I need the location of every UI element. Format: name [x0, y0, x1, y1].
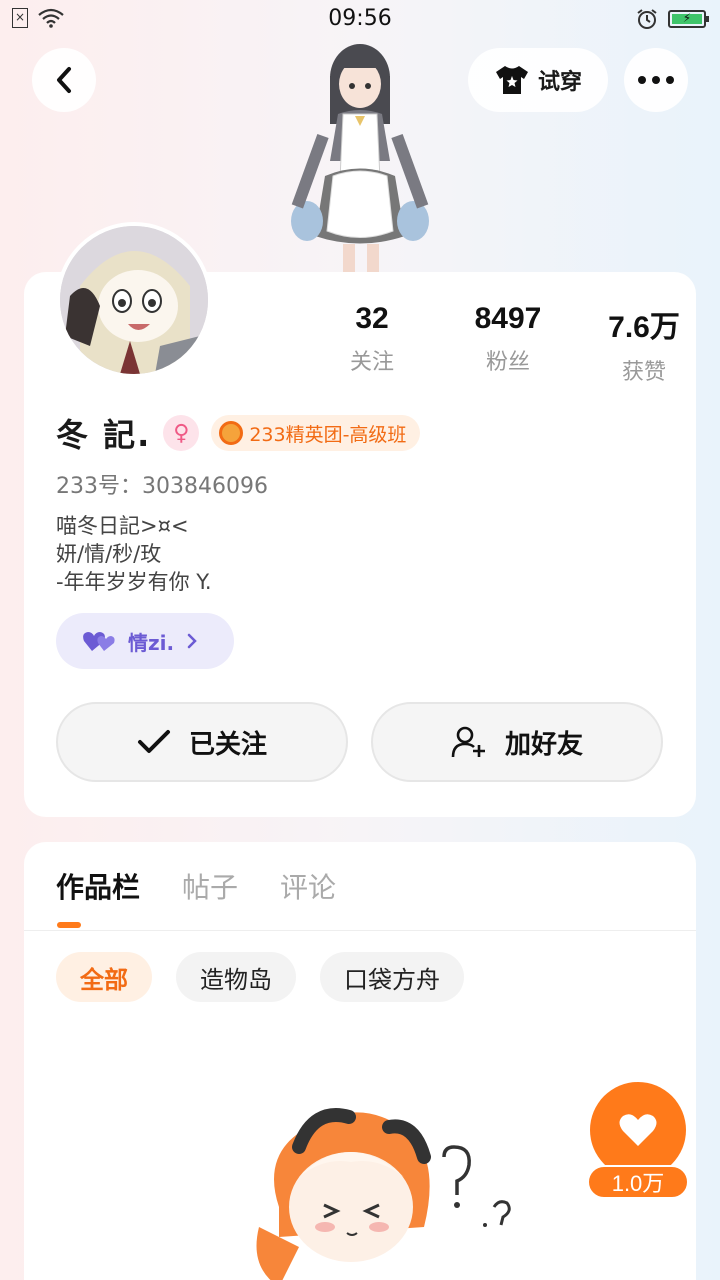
- stat-label: 获赞: [621, 360, 666, 385]
- active-tab-indicator: [57, 922, 81, 928]
- works-filters: 全部 造物岛 口袋方舟: [56, 952, 464, 1002]
- filter-creation-island[interactable]: 造物岛: [176, 952, 296, 1002]
- heart-icon: [619, 1114, 657, 1146]
- divider: [24, 930, 696, 931]
- bio-line: -年年岁岁有你 Y.: [56, 570, 212, 594]
- filter-all[interactable]: 全部: [56, 952, 152, 1002]
- stat-label: 粉丝: [485, 350, 530, 375]
- more-button[interactable]: [624, 48, 688, 112]
- battery-icon: ⚡: [668, 10, 709, 28]
- avatar[interactable]: [56, 222, 212, 378]
- stat-following[interactable]: 32 关注: [304, 302, 440, 386]
- bio: 喵冬日記>¤< 妍/情/秒/玫 -年年岁岁有你 Y.: [56, 512, 212, 596]
- female-gender-icon: ♀: [163, 415, 200, 451]
- stat-label: 关注: [349, 350, 394, 375]
- add-friend-label: 加好友: [504, 729, 583, 760]
- team-badge[interactable]: 233精英团-高级班: [211, 415, 421, 451]
- bio-line: 喵冬日記>¤<: [56, 514, 189, 538]
- like-count: 1.0万: [587, 1165, 689, 1199]
- stat-value: 7.6万: [608, 311, 680, 344]
- alarm-icon: [637, 9, 657, 29]
- tab-works[interactable]: 作品栏: [56, 866, 140, 906]
- bio-line: 妍/情/秒/玫: [56, 542, 162, 566]
- try-on-button[interactable]: 试穿: [468, 48, 608, 112]
- stat-value: 32: [355, 302, 389, 335]
- tab-comments[interactable]: 评论: [280, 866, 336, 906]
- avatar-3d-figure[interactable]: [285, 36, 435, 276]
- stat-value: 8497: [474, 302, 542, 335]
- stats-row: 32 关注 8497 粉丝 7.6万 获赞: [304, 302, 712, 386]
- empty-state-mascot: [256, 1108, 511, 1280]
- user-id: 233号：303846096: [56, 474, 268, 499]
- relation-chip[interactable]: 情zi.: [56, 613, 234, 669]
- works-tabs: 作品栏 帖子 评论: [56, 866, 336, 906]
- check-icon: [137, 730, 170, 753]
- relation-label: 情zi.: [128, 630, 175, 655]
- add-friend-button[interactable]: 加好友: [371, 702, 663, 782]
- tab-posts[interactable]: 帖子: [182, 866, 238, 906]
- followed-button[interactable]: 已关注: [56, 702, 348, 782]
- medal-icon: [219, 421, 244, 445]
- try-on-label: 试穿: [537, 70, 582, 95]
- works-card: 作品栏 帖子 评论 全部 造物岛 口袋方舟: [24, 842, 696, 1280]
- back-button[interactable]: [32, 48, 96, 112]
- filter-pocket-ark[interactable]: 口袋方舟: [320, 952, 464, 1002]
- status-bar: × 09:56 ⚡: [0, 0, 720, 40]
- double-heart-icon: [83, 632, 115, 651]
- tshirt-icon: [495, 66, 528, 94]
- username: 冬 記.: [56, 416, 152, 454]
- more-dots-icon: [638, 76, 674, 84]
- chevron-left-icon: [57, 67, 71, 93]
- chevron-right-icon: [187, 633, 197, 649]
- add-user-icon: [451, 726, 485, 758]
- followed-label: 已关注: [188, 729, 267, 760]
- like-button[interactable]: [590, 1082, 686, 1178]
- name-row: 冬 記. ♀ 233精英团-高级班: [56, 410, 421, 456]
- stat-likes[interactable]: 7.6万 获赞: [576, 302, 712, 386]
- status-time: 09:56: [328, 6, 392, 31]
- team-badge-label: 233精英团-高级班: [249, 423, 407, 446]
- stat-followers[interactable]: 8497 粉丝: [440, 302, 576, 386]
